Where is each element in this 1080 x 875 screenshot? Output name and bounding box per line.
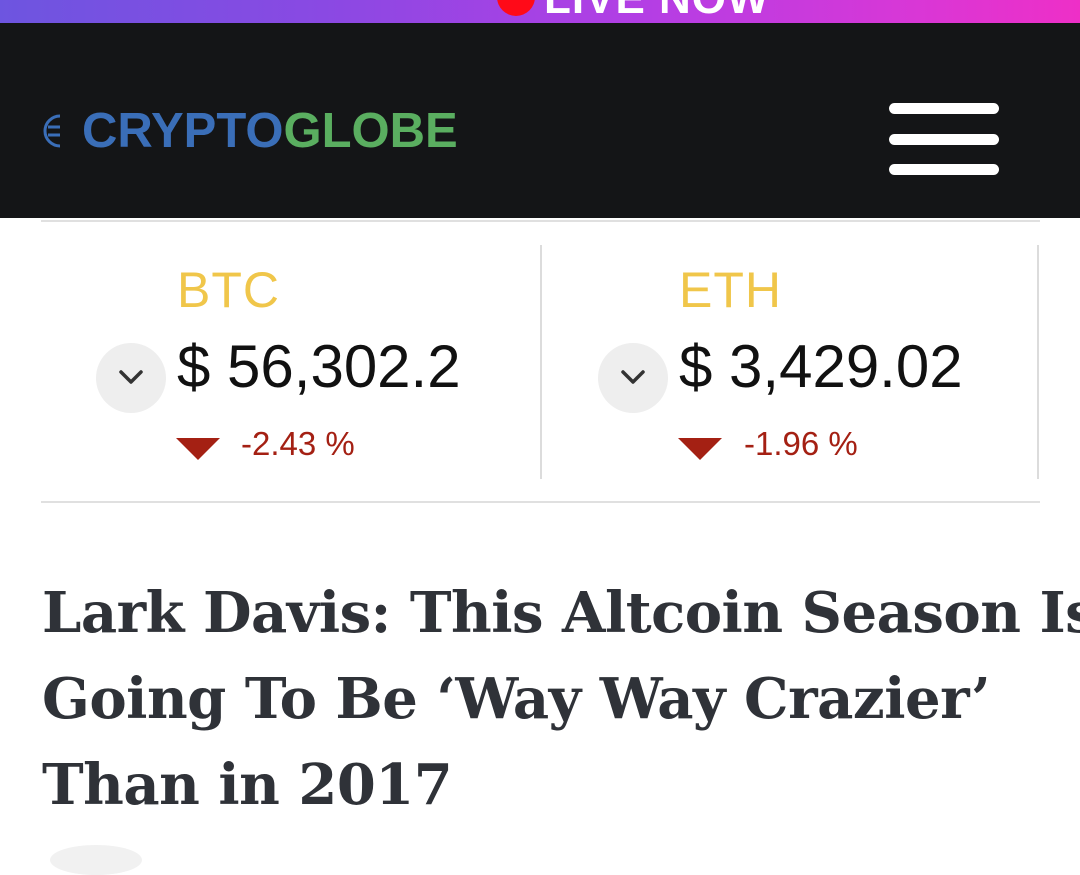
coin-symbol: ETH xyxy=(679,262,782,318)
menu-bar xyxy=(889,134,999,145)
article-title[interactable]: Lark Davis: This Altcoin Season Is Going… xyxy=(42,570,1080,828)
coin-price: $ 56,302.2 xyxy=(177,333,461,400)
coin-symbol: BTC xyxy=(177,262,280,318)
logo-globe-text: GLOBE xyxy=(283,104,458,158)
ticker-right-border xyxy=(1037,245,1039,479)
ticker-item-eth[interactable]: ETH $ 3,429.02 -1.96 % xyxy=(543,245,1043,479)
article-title-line: Lark Davis: This Altcoin Season Is xyxy=(42,580,1080,646)
site-header: CRYPTO GLOBE xyxy=(0,23,1080,218)
article-title-line: Than in 2017 xyxy=(42,752,453,818)
live-now-label: LIVE NOW xyxy=(544,0,770,23)
author-avatar xyxy=(50,845,142,875)
article-title-line: Going To Be ‘Way Way Crazier’ xyxy=(42,666,991,732)
logo-crypto-text: CRYPTO xyxy=(82,104,284,158)
hamburger-menu-icon[interactable] xyxy=(885,103,1003,177)
chevron-down-icon[interactable] xyxy=(96,343,166,413)
menu-bar xyxy=(889,103,999,114)
chevron-down-icon[interactable] xyxy=(598,343,668,413)
coin-price: $ 3,429.02 xyxy=(679,333,963,400)
down-arrow-icon xyxy=(176,438,220,460)
ticker-item-btc[interactable]: BTC $ 56,302.2 -2.43 % xyxy=(41,245,541,479)
menu-bar xyxy=(889,164,999,175)
ticker-top-divider xyxy=(41,220,1040,222)
live-dot-icon xyxy=(497,0,535,16)
ticker-column-divider xyxy=(540,245,542,479)
down-arrow-icon xyxy=(678,438,722,460)
coin-change: -1.96 % xyxy=(744,425,858,462)
live-now-banner[interactable]: LIVE NOW xyxy=(0,0,1080,23)
ticker-bottom-divider xyxy=(41,501,1040,503)
coin-change: -2.43 % xyxy=(241,425,355,462)
globe-icon xyxy=(43,113,80,149)
site-logo[interactable]: CRYPTO GLOBE xyxy=(40,101,458,161)
